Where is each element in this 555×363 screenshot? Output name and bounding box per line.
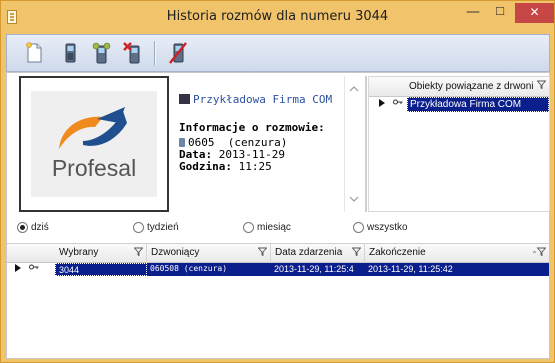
- call-history-window: Historia rozmów dla numeru 3044 — ☐ ✕ Pr…: [0, 0, 555, 363]
- related-objects-header-label: Obiekty powiązane z drwoni: [409, 81, 534, 92]
- cell-data-zdarzenia[interactable]: 2013-11-29, 11:25:4: [271, 263, 365, 276]
- company-link[interactable]: Przykładowa Firma COM: [179, 93, 332, 106]
- key-icon: [29, 263, 39, 273]
- key-icon: [393, 98, 403, 108]
- call-info-heading: Informacje o rozmowie:: [179, 121, 325, 134]
- column-header-wybrany[interactable]: Wybrany: [55, 244, 147, 263]
- filter-icon[interactable]: [532, 244, 547, 262]
- logo-background: Profesal: [31, 91, 157, 197]
- time-line: Godzina: 11:25: [179, 160, 272, 173]
- time-label: Godzina:: [179, 160, 232, 173]
- radio-miesiac[interactable]: miesiąc: [243, 222, 291, 233]
- content-panel: Profesal Przykładowa Firma COM Informacj…: [6, 72, 550, 359]
- phone-small-icon: [179, 138, 185, 147]
- maximize-button[interactable]: ☐: [487, 3, 513, 23]
- building-icon: [179, 94, 190, 104]
- contact-logo: Profesal: [19, 76, 169, 212]
- column-label: Zakończenie: [369, 247, 426, 258]
- radio-dot: [243, 222, 254, 233]
- radio-dot: [133, 222, 144, 233]
- column-label: Data zdarzenia: [275, 247, 343, 258]
- related-objects-grid: Obiekty powiązane z drwoni Przykładowa F…: [368, 76, 550, 212]
- profesal-logo-icon: [59, 107, 127, 149]
- time-value: 11:25: [238, 160, 272, 173]
- row-pointer-icon: [15, 264, 21, 274]
- column-header-dzwoniacy[interactable]: Dzwoniący: [147, 244, 271, 263]
- new-document-icon[interactable]: [23, 41, 45, 65]
- radio-dzis[interactable]: dziś: [17, 222, 49, 233]
- filter-icon[interactable]: [257, 244, 268, 262]
- logo-text: Profesal: [51, 155, 137, 181]
- company-link-text: Przykładowa Firma COM: [193, 93, 333, 106]
- calls-table: Wybrany Dzwoniący Data zdarzenia Zakończ…: [7, 243, 549, 358]
- calls-table-header: Wybrany Dzwoniący Data zdarzenia Zakończ…: [7, 244, 549, 263]
- period-filter: dziś tydzień miesiąc wszystko: [7, 218, 549, 240]
- related-object-name[interactable]: Przykładowa Firma COM: [407, 97, 549, 112]
- phone-disabled-icon[interactable]: [167, 41, 189, 65]
- related-objects-header[interactable]: Obiekty powiązane z drwoni: [369, 77, 549, 97]
- radio-label: wszystko: [367, 222, 408, 233]
- toolbar: [6, 34, 550, 72]
- radio-label: dziś: [31, 222, 49, 233]
- radio-tydzien[interactable]: tydzień: [133, 222, 179, 233]
- radio-label: miesiąc: [257, 222, 291, 233]
- column-header-zakonczenie[interactable]: Zakończenie: [365, 244, 549, 263]
- scroll-down-icon[interactable]: [349, 194, 359, 204]
- cell-dzwoniacy[interactable]: 060508 (cenzura): [147, 263, 271, 276]
- filter-icon[interactable]: [536, 80, 547, 92]
- radio-dot: [17, 222, 28, 233]
- radio-dot: [353, 222, 364, 233]
- title-bar[interactable]: Historia rozmów dla numeru 3044 — ☐ ✕: [1, 1, 554, 34]
- phone-delete-icon[interactable]: [122, 41, 144, 65]
- scroll-up-icon[interactable]: [349, 84, 359, 94]
- filter-icon[interactable]: [133, 244, 144, 262]
- table-row[interactable]: 3044 060508 (cenzura) 2013-11-29, 11:25:…: [7, 263, 549, 276]
- column-header-data-zdarzenia[interactable]: Data zdarzenia: [271, 244, 365, 263]
- radio-wszystko[interactable]: wszystko: [353, 222, 408, 233]
- column-label: Dzwoniący: [151, 247, 200, 258]
- minimize-button[interactable]: —: [460, 3, 486, 23]
- cell-zakonczenie[interactable]: 2013-11-29, 11:25:42: [365, 263, 549, 276]
- cell-wybrany[interactable]: 3044: [55, 263, 147, 276]
- radio-label: tydzień: [147, 222, 179, 233]
- phone-icon[interactable]: [59, 41, 81, 65]
- info-scrollbar[interactable]: [344, 76, 362, 212]
- filter-icon[interactable]: [351, 244, 362, 262]
- close-button[interactable]: ✕: [515, 3, 554, 23]
- phone-group-icon[interactable]: [90, 41, 112, 65]
- toolbar-separator: [154, 41, 155, 65]
- column-label: Wybrany: [59, 247, 99, 258]
- panel-splitter[interactable]: [365, 76, 367, 212]
- row-pointer-icon: [379, 99, 385, 109]
- call-info-card: Przykładowa Firma COM Informacje o rozmo…: [179, 87, 332, 207]
- related-object-row[interactable]: Przykładowa Firma COM: [369, 97, 549, 112]
